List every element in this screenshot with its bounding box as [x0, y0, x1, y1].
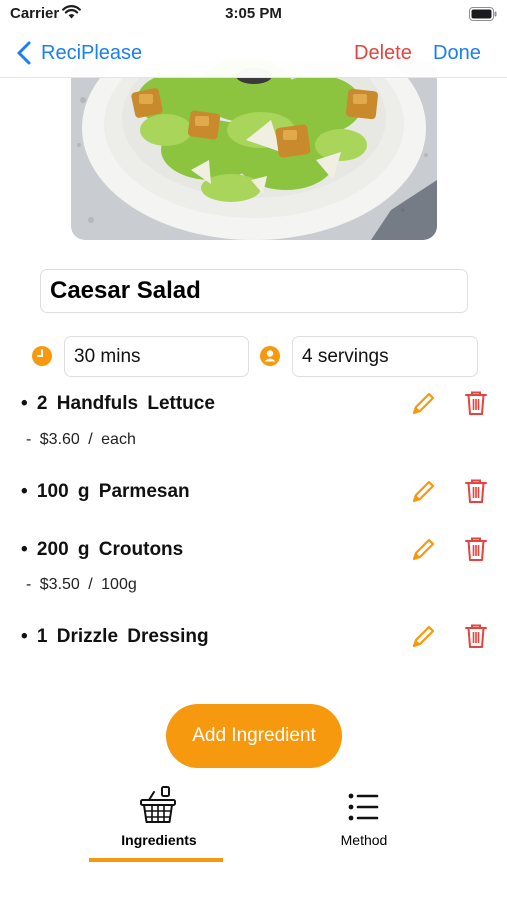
ingredient-item: • 200 g Croutons — [21, 539, 184, 560]
list-icon — [348, 793, 379, 821]
battery-icon — [469, 7, 497, 21]
trash-icon[interactable] — [464, 623, 488, 649]
chevron-left-icon — [17, 41, 31, 65]
recipe-title-field[interactable]: Caesar Salad — [40, 269, 468, 313]
tab-method[interactable]: Method — [279, 782, 449, 866]
pencil-icon[interactable] — [410, 391, 436, 417]
time-field[interactable]: 30 mins — [64, 336, 249, 377]
servings-field[interactable]: 4 servings — [292, 336, 478, 377]
ingredient-item: • 1 Drizzle Dressing — [21, 626, 209, 647]
ingredient-item: • 100 g Parmesan — [21, 481, 190, 502]
recipe-photo — [71, 60, 437, 240]
tab-ingredients[interactable]: Ingredients — [74, 782, 244, 866]
ingredient-price: - $3.50 / 100g — [26, 576, 137, 593]
selected-tab-indicator — [89, 858, 223, 862]
navigation-bar: ReciPlease Delete Done — [0, 30, 507, 78]
clock: 3:05 PM — [225, 5, 282, 22]
ingredient-item: • 2 Handfuls Lettuce — [21, 393, 215, 414]
pencil-icon[interactable] — [410, 479, 436, 505]
clock-icon — [32, 346, 52, 366]
trash-icon[interactable] — [464, 390, 488, 416]
delete-recipe-button[interactable]: Delete — [354, 42, 412, 65]
back-button[interactable]: ReciPlease — [14, 39, 142, 67]
ingredient-price: - $3.60 / each — [26, 431, 136, 448]
tab-method-label: Method — [340, 832, 388, 848]
pencil-icon[interactable] — [410, 537, 436, 563]
done-button[interactable]: Done — [433, 42, 481, 65]
person-icon — [260, 346, 280, 366]
status-bar: Carrier 3:05 PM — [0, 0, 507, 30]
back-button-label: ReciPlease — [41, 41, 143, 64]
add-ingredient-button[interactable]: Add Ingredient — [166, 704, 342, 768]
trash-icon[interactable] — [464, 536, 488, 562]
trash-icon[interactable] — [464, 478, 488, 504]
basket-icon — [140, 786, 176, 823]
tab-ingredients-label: Ingredients — [121, 832, 197, 848]
add-ingredient-label: Add Ingredient — [192, 725, 316, 746]
pencil-icon[interactable] — [410, 624, 436, 650]
